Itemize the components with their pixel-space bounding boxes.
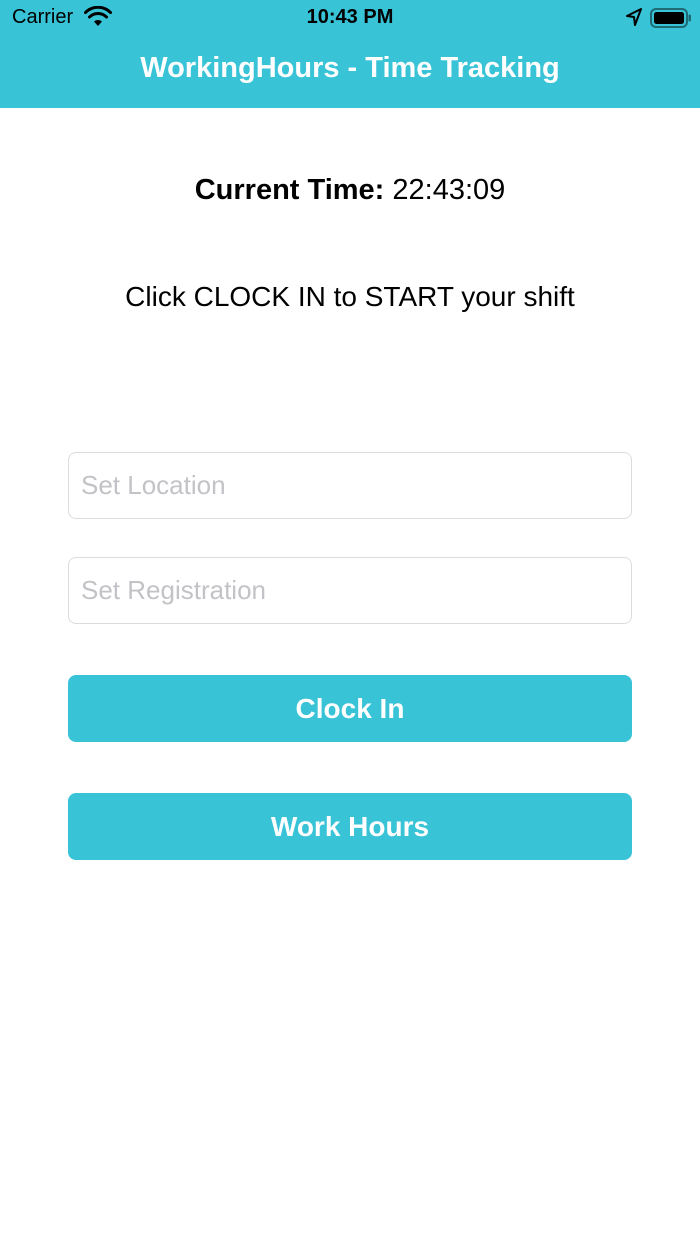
header-bar: Carrier 10:43 PM WorkingHours - Time Tra… <box>0 0 700 108</box>
work-hours-button[interactable]: Work Hours <box>68 793 632 860</box>
status-bar: Carrier 10:43 PM <box>0 0 700 36</box>
location-arrow-icon <box>626 8 642 26</box>
instruction-text: Click CLOCK IN to START your shift <box>125 281 575 312</box>
current-time: Current Time: 22:43:09 <box>0 174 700 207</box>
status-time: 10:43 PM <box>306 6 394 28</box>
location-input[interactable] <box>68 452 632 519</box>
current-time-label: Current Time: <box>194 174 385 206</box>
battery-icon <box>650 8 691 28</box>
registration-input[interactable] <box>68 557 632 624</box>
current-time-value: 22:43:09 <box>392 174 506 206</box>
clock-in-button[interactable]: Clock In <box>68 675 632 742</box>
nav-title: WorkingHours - Time Tracking <box>140 52 560 84</box>
